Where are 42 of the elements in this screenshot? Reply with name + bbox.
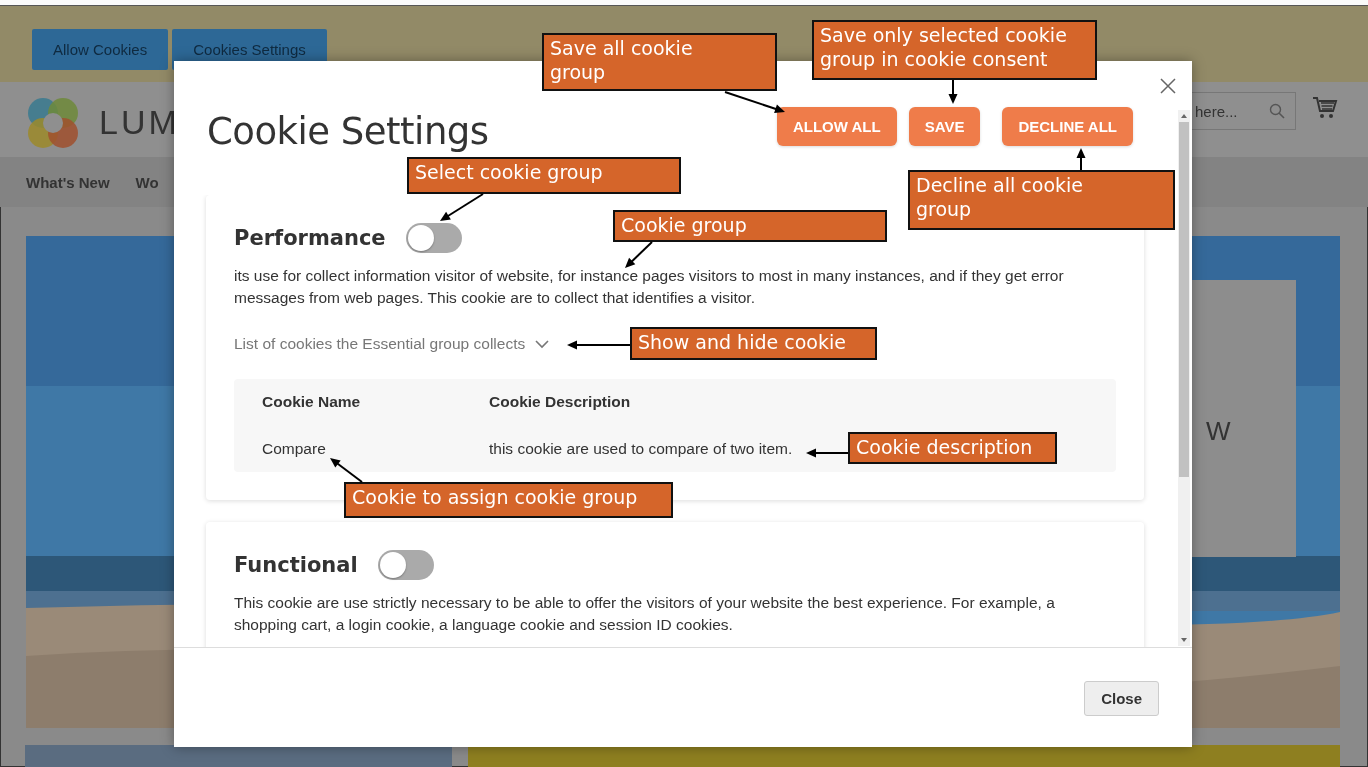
- toggle-switch[interactable]: [405, 223, 462, 253]
- arrow: [724, 91, 785, 114]
- group-description: This cookie are use strictly necessary to be able to offer the visitors of your website the best experience. For example, a shopping cart, a login cookie, a language cookie and session ID cookies.: [234, 593, 1056, 635]
- close-icon[interactable]: [1160, 78, 1176, 94]
- action-button[interactable]: ALLOW ALL: [776, 107, 897, 146]
- cookie-list-toggle[interactable]: List of cookies the Essential group collects: [234, 335, 550, 353]
- arrow: [1076, 148, 1086, 171]
- callout: Save only selected cookie group in cookie consent: [812, 20, 1097, 80]
- cookie-bar-button[interactable]: Allow Cookies: [32, 29, 169, 70]
- arrow: [806, 448, 849, 458]
- cart-icon[interactable]: [1312, 95, 1338, 120]
- arrow: [440, 193, 484, 221]
- callout: Cookie description: [848, 432, 1057, 464]
- callout: Cookie group: [613, 210, 887, 242]
- group-description: its use for collect information visitor of website, for instance pages visitors to most in many instances, and if they get error messages from web pages. This cookie are to collect that identifies a visitor.: [234, 266, 1065, 308]
- action-button[interactable]: SAVE: [908, 107, 981, 146]
- callout: Cookie to assign cookie group: [344, 482, 673, 518]
- search-icon: [1269, 103, 1285, 119]
- arrow: [330, 458, 363, 483]
- logo-text: LUM: [99, 103, 180, 142]
- arrow: [948, 79, 958, 104]
- group-name: Functional: [234, 553, 358, 577]
- column-header: Cookie Description: [489, 393, 631, 411]
- nav-link[interactable]: What's New: [26, 173, 110, 191]
- table-cell-text: Compare: [262, 440, 327, 458]
- callout: Save all cookie group: [542, 33, 777, 91]
- toggle-switch[interactable]: [377, 550, 434, 580]
- arrow: [567, 340, 631, 350]
- dialog-title: Cookie Settings: [207, 110, 489, 153]
- arrow: [625, 241, 653, 268]
- promo-text: W: [1206, 416, 1231, 447]
- chevron-icon: [535, 339, 550, 349]
- callout: Show and hide cookie: [630, 327, 877, 360]
- callout: Select cookie group: [407, 157, 681, 194]
- close-button[interactable]: Close: [1084, 681, 1159, 716]
- nav-link[interactable]: Wo: [135, 173, 159, 191]
- column-header: Cookie Name: [262, 393, 362, 411]
- callout: Decline all cookie group: [908, 170, 1175, 230]
- action-button[interactable]: DECLINE ALL: [1002, 107, 1133, 146]
- scrollbar[interactable]: [1178, 110, 1190, 646]
- table-cell: this cookie are used to compare of two item.: [489, 440, 793, 458]
- group-name: Performance: [234, 226, 386, 250]
